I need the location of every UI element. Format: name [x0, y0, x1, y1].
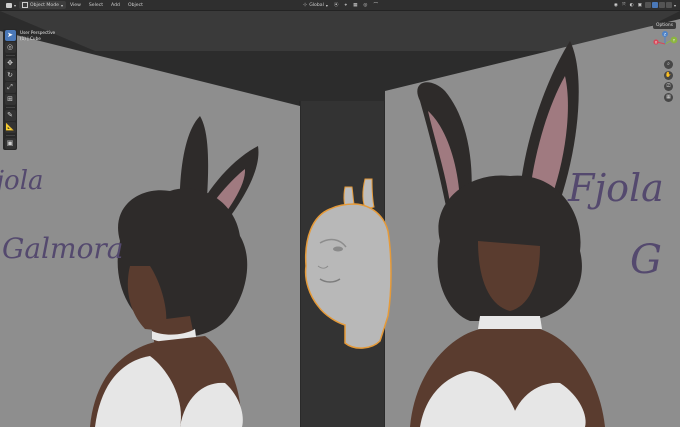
- chevron-down-icon: ▾: [325, 2, 328, 8]
- transform-icon: ⊞: [7, 95, 13, 103]
- left-sketch-text-1: jola: [0, 166, 44, 196]
- menu-object[interactable]: Object: [124, 3, 147, 8]
- ruler-icon: 📐: [5, 123, 15, 131]
- crosshair-icon: ◎: [6, 43, 14, 51]
- move-tool[interactable]: ✥: [4, 58, 16, 69]
- scale-icon: ⤢: [7, 83, 13, 91]
- editor-type-button[interactable]: ▾: [3, 1, 19, 9]
- annotate-tool[interactable]: ✎: [4, 110, 16, 121]
- camera-icon: ⎚: [666, 83, 671, 89]
- scale-tool[interactable]: ⤢: [4, 82, 16, 93]
- right-sketch-text-1: Fjola: [567, 166, 664, 210]
- toolbar-divider: [5, 135, 15, 136]
- options-dropdown[interactable]: Options: [653, 22, 676, 29]
- chevron-down-icon: ▾: [60, 2, 63, 8]
- pivot-icon[interactable]: ⦿: [331, 2, 342, 8]
- mode-label: Object Mode: [30, 2, 59, 8]
- falloff-icon[interactable]: ⌒: [370, 2, 381, 8]
- pan-button[interactable]: ✋: [664, 71, 673, 80]
- proportional-edit-icon[interactable]: ◎: [360, 3, 370, 8]
- toolbar-divider: [5, 107, 15, 108]
- tool-shelf: ➤ ◎ ✥ ↻ ⤢ ⊞ ✎ 📐 ▣: [3, 29, 17, 150]
- left-sketch-text-2: Galmora: [2, 232, 124, 265]
- perspective-toggle-button[interactable]: ▦: [664, 93, 673, 102]
- viewport-hud: User Perspective (1) | Cube: [20, 30, 55, 42]
- snap-icon[interactable]: ⌖: [341, 2, 350, 8]
- navigation-gizmo[interactable]: Z Y X: [650, 29, 680, 59]
- orientation-icon: ⊹: [303, 2, 308, 8]
- rotate-icon: ↻: [7, 71, 13, 79]
- hand-icon: ✋: [665, 72, 672, 78]
- overlay-icon[interactable]: ◐: [628, 3, 636, 8]
- shading-material-icon[interactable]: [658, 2, 665, 8]
- cursor-tool[interactable]: ◎: [4, 42, 16, 53]
- add-cube-tool[interactable]: ▣: [4, 138, 16, 149]
- move-icon: ✥: [7, 59, 13, 67]
- rotate-tool[interactable]: ↻: [4, 70, 16, 81]
- viewport-scene: jola Galmora Fjola G: [0, 11, 680, 427]
- orientation-label: Global: [309, 2, 324, 8]
- gizmo-toggle-icon[interactable]: ⤧: [620, 2, 628, 8]
- menu-select[interactable]: Select: [85, 3, 107, 8]
- shading-wireframe-icon[interactable]: [644, 2, 651, 8]
- transform-orientation-dropdown[interactable]: ⊹ Global ▾: [300, 1, 331, 9]
- chevron-down-icon[interactable]: ▾: [672, 3, 676, 8]
- xray-icon[interactable]: ▣: [636, 3, 644, 8]
- menu-view[interactable]: View: [66, 3, 85, 8]
- zoom-button[interactable]: ⌕: [664, 60, 673, 69]
- visibility-icon[interactable]: ◉: [612, 3, 620, 8]
- viewport-icon: [6, 2, 12, 8]
- cube-icon: ▣: [6, 139, 14, 147]
- pencil-icon: ✎: [7, 111, 13, 119]
- viewport-header: ▾ Object Mode ▾ View Select Add Object ⊹…: [0, 0, 680, 11]
- menu-add[interactable]: Add: [107, 3, 124, 8]
- snap-target-icon[interactable]: ▦: [350, 3, 360, 8]
- magnifier-icon: ⌕: [667, 61, 670, 67]
- select-box-tool[interactable]: ➤: [4, 30, 16, 41]
- mode-dropdown[interactable]: Object Mode ▾: [19, 1, 66, 9]
- camera-view-button[interactable]: ⎚: [664, 82, 673, 91]
- cursor-arrow-icon: ➤: [7, 31, 13, 39]
- 3d-viewport[interactable]: jola Galmora Fjola G User Perspective (1…: [0, 11, 680, 427]
- measure-tool[interactable]: 📐: [4, 122, 16, 133]
- toolbar-divider: [5, 55, 15, 56]
- transform-tool[interactable]: ⊞: [4, 94, 16, 105]
- right-sketch-text-2: G: [630, 237, 662, 283]
- navigation-controls: ⌕ ✋ ⎚ ▦: [664, 60, 673, 102]
- active-object-info: (1) | Cube: [20, 36, 41, 41]
- grid-icon: ▦: [666, 94, 671, 100]
- object-mode-icon: [22, 2, 29, 8]
- shading-solid-icon[interactable]: [651, 2, 658, 8]
- chevron-down-icon: ▾: [14, 2, 17, 8]
